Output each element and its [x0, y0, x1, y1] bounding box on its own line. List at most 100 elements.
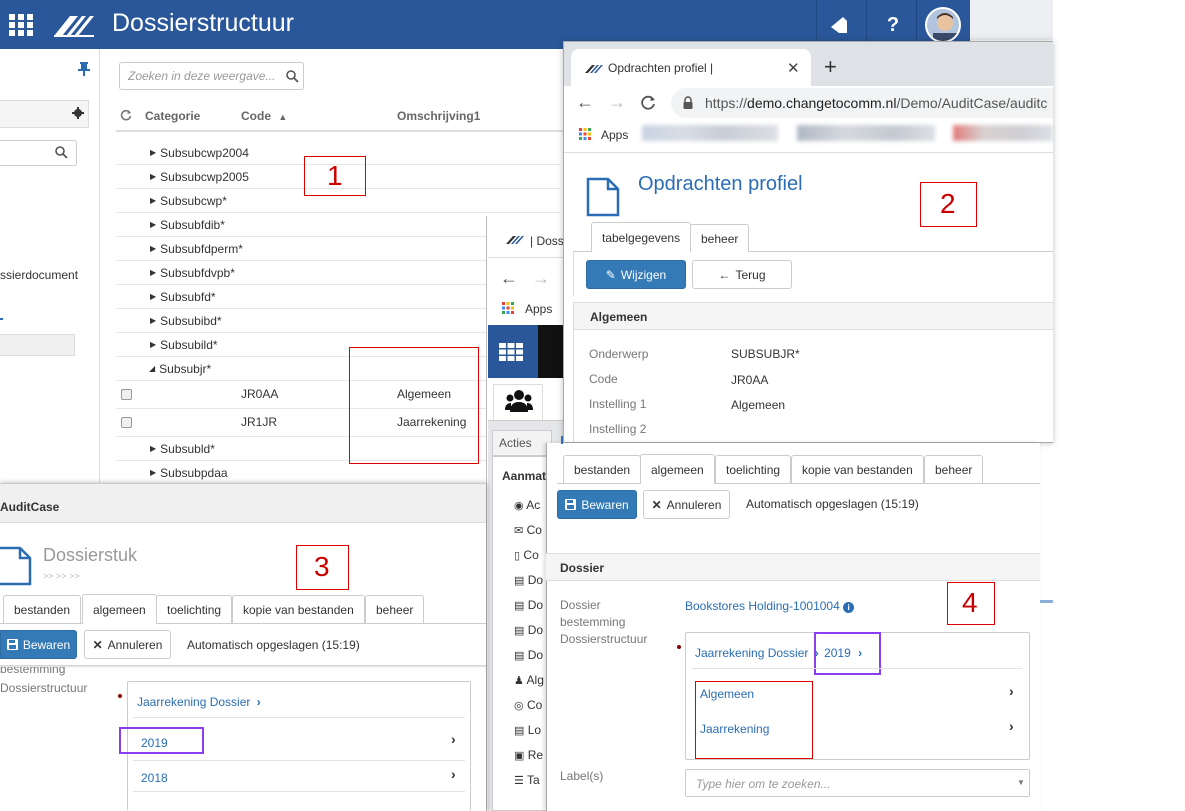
chevron-right-icon[interactable]: ›	[1009, 718, 1014, 734]
bookmark-blurred[interactable]	[642, 125, 778, 141]
browser2-apps-label[interactable]: Apps	[525, 302, 552, 316]
apps-grid-icon[interactable]	[499, 343, 523, 361]
browser1-tab[interactable]: Opdrachten profiel | ✕	[571, 49, 811, 86]
info-icon[interactable]: i	[843, 602, 855, 613]
menu-item[interactable]: ♟ Alg	[514, 673, 544, 687]
cancel-button[interactable]: ✕ Annuleren	[84, 630, 171, 659]
browser2-forward-icon[interactable]: →	[532, 268, 550, 289]
close-icon: ✕	[92, 637, 103, 652]
dossier-link[interactable]: Bookstores Holding-1001004 i	[685, 599, 855, 613]
browser1-back-icon[interactable]: ←	[576, 92, 594, 113]
browser1-forward-icon[interactable]: →	[608, 92, 626, 113]
tab-bestanden[interactable]: bestanden	[3, 595, 82, 623]
settings-gear-icon[interactable]	[72, 107, 84, 119]
search-icon[interactable]	[55, 146, 68, 159]
document-icon	[0, 546, 32, 586]
pin-icon[interactable]	[78, 62, 90, 76]
users-icon[interactable]	[505, 388, 533, 414]
acties-tab[interactable]: Acties	[492, 430, 552, 456]
field-label-dossierstructuur: Dossierstructuur	[0, 681, 88, 695]
save-button[interactable]: Bewaren	[557, 490, 637, 519]
cancel-button[interactable]: ✕ Annuleren	[643, 490, 730, 519]
menu-item[interactable]: ☰ Ta	[514, 773, 540, 787]
column-header-code[interactable]: Code ▲	[241, 109, 287, 123]
menu-item[interactable]: ▤ Do	[514, 573, 543, 587]
tab-kopie-van-bestanden[interactable]: kopie van bestanden	[232, 595, 365, 623]
row-checkbox[interactable]	[121, 389, 132, 400]
tab-algemeen[interactable]: algemeen	[82, 594, 157, 624]
browser1-apps-label[interactable]: Apps	[601, 128, 628, 142]
tab-beheer[interactable]: beheer	[365, 595, 425, 623]
chevron-right-icon[interactable]: ›	[451, 731, 456, 747]
save-button[interactable]: Bewaren	[0, 630, 77, 659]
tab-kopie-van-bestanden[interactable]: kopie van bestanden	[791, 455, 924, 483]
menu-item[interactable]: ▤ Do	[514, 623, 543, 637]
bookmark-blurred[interactable]	[797, 125, 935, 141]
avatar[interactable]	[925, 7, 961, 43]
column-header-omschrijving[interactable]: Omschrijving1	[397, 109, 480, 123]
menu-item[interactable]: ▤ Do	[514, 648, 543, 662]
report-icon: ▣	[514, 750, 525, 762]
address-bar[interactable]: https://demo.changetocomm.nl/Demo/AuditC…	[671, 88, 1053, 118]
annotation-number-4: 4	[962, 587, 978, 618]
tab-beheer[interactable]: beheer	[924, 455, 984, 483]
labels-input[interactable]: Type hier om te zoeken... ▼	[685, 769, 1030, 797]
left-tree-marker	[0, 318, 3, 320]
floppy-disk-icon	[565, 499, 577, 510]
new-tab-icon[interactable]: +	[824, 54, 837, 80]
structure-item-2018[interactable]: 2018	[141, 771, 168, 785]
left-tree-item[interactable]: ssierdocument	[0, 268, 78, 282]
notification-icon[interactable]	[826, 12, 852, 38]
tab-toelichting[interactable]: toelichting	[156, 595, 233, 623]
menu-item[interactable]: ▯ Co	[514, 548, 539, 562]
window3-toolbar-shadow	[0, 665, 486, 668]
menu-item[interactable]: ◎ Co	[514, 698, 542, 712]
field-label: Instelling 1	[589, 397, 647, 411]
lock-icon	[683, 96, 693, 109]
back-button[interactable]: ← Terug	[692, 260, 792, 289]
chevron-right-icon: ›	[256, 695, 261, 709]
crumb-jaarrekening-dossier[interactable]: Jaarrekening Dossier	[695, 646, 808, 660]
tab-beheer[interactable]: beheer	[690, 224, 750, 252]
browser2-apps-icon[interactable]	[502, 302, 514, 314]
view-search-input[interactable]: Zoeken in deze weergave...	[119, 62, 304, 90]
menu-item-actie[interactable]: ◉ Ac	[514, 498, 540, 512]
row-checkbox[interactable]	[121, 417, 132, 428]
chevron-right-icon[interactable]: ›	[451, 766, 456, 782]
menu-item[interactable]: ▣ Re	[514, 748, 543, 762]
menu-item[interactable]: ✉ Co	[514, 523, 542, 537]
search-icon[interactable]	[286, 70, 299, 83]
tab-toelichting[interactable]: toelichting	[715, 455, 792, 483]
menu-item[interactable]: ▤ Lo	[514, 723, 541, 737]
browser2-tab[interactable]: | Doss	[488, 216, 566, 258]
left-input-field[interactable]	[0, 334, 75, 356]
close-tab-icon[interactable]: ✕	[787, 59, 800, 77]
section-header: Algemeen	[573, 302, 1053, 330]
apps-grid-icon[interactable]	[8, 13, 34, 37]
required-dot	[118, 694, 122, 698]
chevron-right-icon[interactable]: ›	[1009, 683, 1014, 699]
window4-bluebar	[561, 436, 563, 444]
menu-item[interactable]: ▤ Do	[514, 598, 543, 612]
window3-crumb[interactable]: >> >> >>	[43, 571, 80, 581]
tab-tabelgegevens[interactable]: tabelgegevens	[591, 222, 692, 252]
browser1-apps-icon[interactable]	[579, 128, 591, 140]
tab-bestanden[interactable]: bestanden	[563, 455, 642, 483]
help-icon[interactable]: ?	[880, 12, 906, 38]
refresh-icon[interactable]	[120, 109, 132, 121]
browser2-back-icon[interactable]: ←	[500, 268, 518, 289]
bookmark-blurred[interactable]	[953, 125, 1053, 141]
field-label: Code	[589, 372, 618, 386]
field-label-labels: Label(s)	[560, 769, 604, 783]
window3-title: Dossierstuk	[43, 545, 138, 565]
user-circle-icon: ◎	[514, 700, 524, 712]
browser1-toolbar-line	[564, 152, 1053, 153]
edit-button[interactable]: ✎ Wijzigen	[586, 260, 686, 289]
crumb-jaarrekening-dossier[interactable]: Jaarrekening Dossier	[137, 695, 250, 709]
column-header-categorie[interactable]: Categorie	[145, 109, 200, 123]
reload-icon[interactable]	[641, 95, 656, 110]
document-icon	[586, 177, 620, 217]
tab-algemeen[interactable]: algemeen	[640, 454, 715, 484]
picker-divider	[133, 760, 465, 761]
autosave-status: Automatisch opgeslagen (15:19)	[746, 497, 919, 511]
